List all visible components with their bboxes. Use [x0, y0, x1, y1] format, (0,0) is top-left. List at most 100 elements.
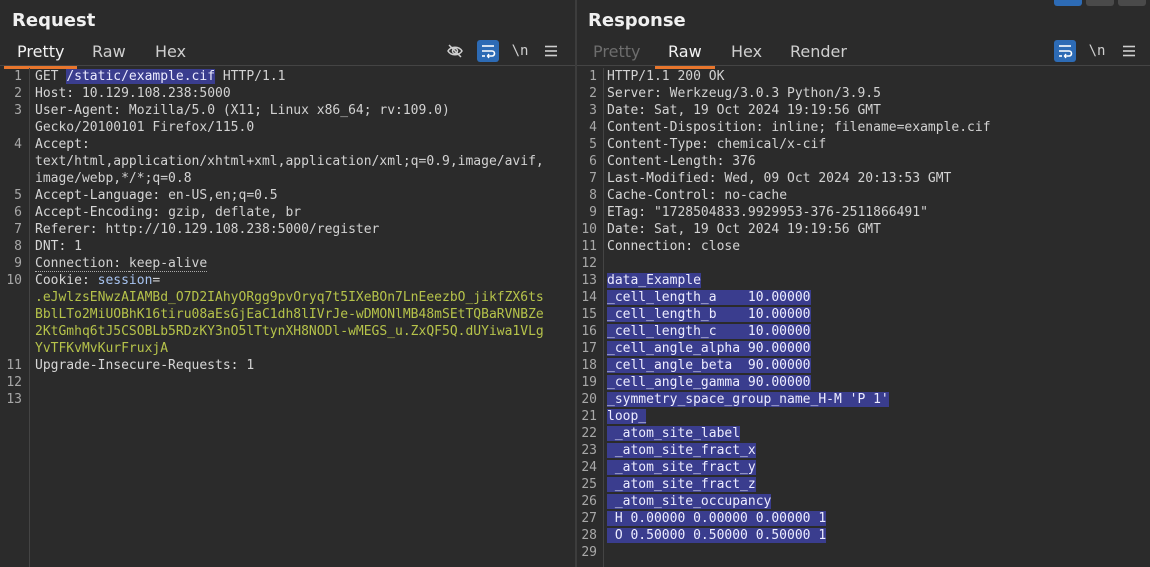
- request-tab-hex[interactable]: Hex: [155, 42, 186, 61]
- response-line[interactable]: 13 data_Example: [577, 272, 1150, 289]
- response-line[interactable]: 16 _cell_length_c 10.00000: [577, 323, 1150, 340]
- line-content[interactable]: Accept-Encoding: gzip, deflate, br: [35, 204, 301, 221]
- line-content[interactable]: _cell_length_b 10.00000: [607, 306, 811, 323]
- response-line[interactable]: 27 H 0.00000 0.00000 0.00000 1: [577, 510, 1150, 527]
- request-line[interactable]: 2 Host: 10.129.108.238:5000: [0, 85, 575, 102]
- request-line[interactable]: Gecko/20100101 Firefox/115.0: [0, 119, 575, 136]
- request-line[interactable]: .eJwlzsENwzAIAMBd_O7D2IAhyORgg9pvOryq7t5…: [0, 289, 575, 306]
- line-content[interactable]: Gecko/20100101 Firefox/115.0: [35, 119, 254, 136]
- layout-horizontal-button[interactable]: [1086, 0, 1114, 6]
- request-line[interactable]: BblLTo2MiUOBhK16tiru08aEsGjEaC1dh8lIVrJe…: [0, 306, 575, 323]
- line-content[interactable]: Accept-Language: en-US,en;q=0.5: [35, 187, 278, 204]
- request-line[interactable]: YvTFKvMvKurFruxjA: [0, 340, 575, 357]
- line-content[interactable]: ETag: "1728504833.9929953-376-2511866491…: [607, 204, 928, 221]
- line-content[interactable]: _atom_site_fract_z: [607, 476, 756, 493]
- line-content[interactable]: Accept:: [35, 136, 90, 153]
- request-line[interactable]: 3 User-Agent: Mozilla/5.0 (X11; Linux x86…: [0, 102, 575, 119]
- response-tab-raw[interactable]: Raw: [655, 42, 715, 69]
- response-line[interactable]: 11 Connection: close: [577, 238, 1150, 255]
- line-content[interactable]: image/webp,*/*;q=0.8: [35, 170, 192, 187]
- request-line[interactable]: image/webp,*/*;q=0.8: [0, 170, 575, 187]
- line-content[interactable]: Referer: http://10.129.108.238:5000/regi…: [35, 221, 379, 238]
- eye-slash-icon[interactable]: [444, 40, 466, 62]
- request-line[interactable]: 9 Connection: keep-alive: [0, 255, 575, 272]
- line-content[interactable]: Cache-Control: no-cache: [607, 187, 787, 204]
- line-content[interactable]: GET /static/example.cif HTTP/1.1: [35, 68, 285, 85]
- request-line[interactable]: 7 Referer: http://10.129.108.238:5000/reg…: [0, 221, 575, 238]
- layout-split-button[interactable]: [1054, 0, 1082, 6]
- response-line[interactable]: 25 _atom_site_fract_z: [577, 476, 1150, 493]
- line-content[interactable]: HTTP/1.1 200 OK: [607, 68, 724, 85]
- request-line[interactable]: 8 DNT: 1: [0, 238, 575, 255]
- response-line[interactable]: 12: [577, 255, 1150, 272]
- line-content[interactable]: _atom_site_fract_y: [607, 459, 756, 476]
- line-content[interactable]: _cell_angle_alpha 90.00000: [607, 340, 811, 357]
- line-content[interactable]: Content-Disposition: inline; filename=ex…: [607, 119, 991, 136]
- request-tab-raw[interactable]: Raw: [92, 42, 126, 61]
- request-line[interactable]: 11 Upgrade-Insecure-Requests: 1: [0, 357, 575, 374]
- response-code-lines[interactable]: 1 HTTP/1.1 200 OK 2 Server: Werkzeug/3.0.3 …: [577, 68, 1150, 561]
- line-content[interactable]: Host: 10.129.108.238:5000: [35, 85, 231, 102]
- line-content[interactable]: Connection: close: [607, 238, 740, 255]
- request-tab-pretty[interactable]: Pretty: [3, 42, 79, 69]
- line-content[interactable]: YvTFKvMvKurFruxjA: [35, 340, 168, 357]
- response-line[interactable]: 8 Cache-Control: no-cache: [577, 187, 1150, 204]
- response-line[interactable]: 18 _cell_angle_beta 90.00000: [577, 357, 1150, 374]
- line-content[interactable]: text/html,application/xhtml+xml,applicat…: [35, 153, 544, 170]
- response-line[interactable]: 17 _cell_angle_alpha 90.00000: [577, 340, 1150, 357]
- request-line[interactable]: 2KtGmhq6tJ5CSOBLb5RDzKY3nO5lTtynXH8NODl-…: [0, 323, 575, 340]
- response-line[interactable]: 19 _cell_angle_gamma 90.00000: [577, 374, 1150, 391]
- word-wrap-icon[interactable]: [477, 40, 499, 62]
- line-content[interactable]: _atom_site_fract_x: [607, 442, 756, 459]
- line-content[interactable]: _cell_length_c 10.00000: [607, 323, 811, 340]
- response-tab-render[interactable]: Render: [790, 42, 847, 61]
- response-line[interactable]: 21 loop_: [577, 408, 1150, 425]
- request-line[interactable]: 13: [0, 391, 575, 408]
- line-content[interactable]: Server: Werkzeug/3.0.3 Python/3.9.5: [607, 85, 881, 102]
- request-line[interactable]: 10 Cookie: session=: [0, 272, 575, 289]
- response-tab-pretty[interactable]: Pretty: [593, 42, 640, 61]
- line-content[interactable]: Upgrade-Insecure-Requests: 1: [35, 357, 254, 374]
- request-line[interactable]: 1 GET /static/example.cif HTTP/1.1: [0, 68, 575, 85]
- line-content[interactable]: User-Agent: Mozilla/5.0 (X11; Linux x86_…: [35, 102, 450, 119]
- response-line[interactable]: 15 _cell_length_b 10.00000: [577, 306, 1150, 323]
- line-content[interactable]: DNT: 1: [35, 238, 82, 255]
- line-content[interactable]: _cell_length_a 10.00000: [607, 289, 811, 306]
- response-line[interactable]: 14 _cell_length_a 10.00000: [577, 289, 1150, 306]
- request-line[interactable]: 6 Accept-Encoding: gzip, deflate, br: [0, 204, 575, 221]
- line-content[interactable]: Content-Type: chemical/x-cif: [607, 136, 826, 153]
- hamburger-menu-icon[interactable]: [540, 40, 562, 62]
- response-line[interactable]: 29: [577, 544, 1150, 561]
- response-line[interactable]: 6 Content-Length: 376: [577, 153, 1150, 170]
- response-line[interactable]: 3 Date: Sat, 19 Oct 2024 19:19:56 GMT: [577, 102, 1150, 119]
- layout-tabs-button[interactable]: [1118, 0, 1146, 6]
- line-content[interactable]: loop_: [607, 408, 647, 425]
- request-line[interactable]: text/html,application/xhtml+xml,applicat…: [0, 153, 575, 170]
- request-editor[interactable]: 1 GET /static/example.cif HTTP/1.1 2 Host: …: [0, 68, 575, 567]
- line-content[interactable]: Connection: keep-alive: [35, 255, 208, 272]
- response-line[interactable]: 20 _symmetry_space_group_name_H-M 'P 1': [577, 391, 1150, 408]
- line-content[interactable]: Date: Sat, 19 Oct 2024 19:19:56 GMT: [607, 102, 881, 119]
- response-editor[interactable]: 1 HTTP/1.1 200 OK 2 Server: Werkzeug/3.0.3 …: [577, 68, 1150, 567]
- response-line[interactable]: 5 Content-Type: chemical/x-cif: [577, 136, 1150, 153]
- line-content[interactable]: _cell_angle_beta 90.00000: [607, 357, 811, 374]
- response-line[interactable]: 28 O 0.50000 0.50000 0.50000 1: [577, 527, 1150, 544]
- line-content[interactable]: Last-Modified: Wed, 09 Oct 2024 20:13:53…: [607, 170, 951, 187]
- word-wrap-icon[interactable]: [1054, 40, 1076, 62]
- request-line[interactable]: 4 Accept:: [0, 136, 575, 153]
- line-content[interactable]: Date: Sat, 19 Oct 2024 19:19:56 GMT: [607, 221, 881, 238]
- response-line[interactable]: 24 _atom_site_fract_y: [577, 459, 1150, 476]
- request-line[interactable]: 5 Accept-Language: en-US,en;q=0.5: [0, 187, 575, 204]
- line-content[interactable]: 2KtGmhq6tJ5CSOBLb5RDzKY3nO5lTtynXH8NODl-…: [35, 323, 544, 340]
- line-content[interactable]: _atom_site_occupancy: [607, 493, 772, 510]
- line-content[interactable]: _atom_site_label: [607, 425, 741, 442]
- response-line[interactable]: 1 HTTP/1.1 200 OK: [577, 68, 1150, 85]
- response-line[interactable]: 4 Content-Disposition: inline; filename=e…: [577, 119, 1150, 136]
- hamburger-menu-icon[interactable]: [1118, 40, 1140, 62]
- line-content[interactable]: O 0.50000 0.50000 0.50000 1: [607, 527, 827, 544]
- response-line[interactable]: 9 ETag: "1728504833.9929953-376-251186649…: [577, 204, 1150, 221]
- line-content[interactable]: Content-Length: 376: [607, 153, 756, 170]
- line-content[interactable]: BblLTo2MiUOBhK16tiru08aEsGjEaC1dh8lIVrJe…: [35, 306, 544, 323]
- request-code-lines[interactable]: 1 GET /static/example.cif HTTP/1.1 2 Host: …: [0, 68, 575, 408]
- response-line[interactable]: 2 Server: Werkzeug/3.0.3 Python/3.9.5: [577, 85, 1150, 102]
